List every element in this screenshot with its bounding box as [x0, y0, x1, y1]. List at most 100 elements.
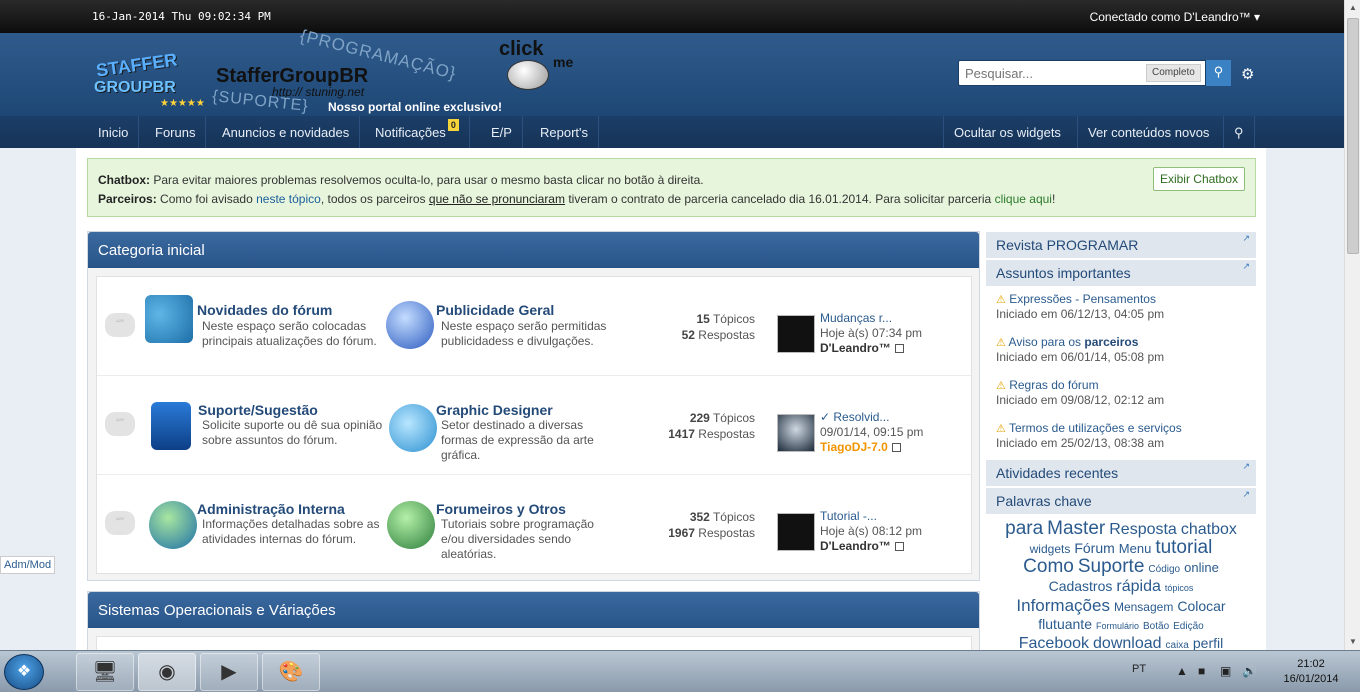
forum-list — [96, 636, 972, 651]
tag-link[interactable]: Como — [1023, 556, 1074, 577]
last-post-user[interactable]: D'Leandro™ — [820, 539, 891, 553]
nav-ep[interactable]: E/P — [481, 116, 523, 148]
tag-link[interactable]: tutorial — [1155, 537, 1212, 558]
forum-title[interactable]: Forumeiros y Otros — [436, 501, 566, 517]
forum-stats: 352 Tópicos 1967 Respostas — [668, 509, 755, 541]
tag-link[interactable]: Colocar — [1177, 598, 1225, 614]
tag-link[interactable]: widgets — [1030, 542, 1071, 556]
notice-link-topic[interactable]: neste tópico — [256, 192, 321, 206]
last-post-title[interactable]: Tutorial -... — [820, 509, 922, 524]
show-chatbox-button[interactable]: Exibir Chatbox — [1152, 167, 1245, 191]
widget-palavras[interactable]: Palavras chave ↗ — [986, 488, 1256, 514]
search-mode-button[interactable]: Completo — [1146, 64, 1201, 82]
important-topic-date: Iniciado em 06/12/13, 04:05 pm — [996, 307, 1165, 321]
forum-title[interactable]: Graphic Designer — [436, 402, 553, 418]
external-link-icon[interactable]: ↗ — [1242, 460, 1250, 472]
avatar[interactable] — [777, 414, 815, 452]
last-post-title[interactable]: ✓ Resolvid... — [820, 410, 923, 425]
search-input[interactable] — [959, 61, 1144, 85]
clickme-logo[interactable]: click me — [497, 38, 587, 94]
forum-title[interactable]: Novidades do fórum — [197, 302, 332, 318]
location-pin-icon[interactable]: ⚲ — [1223, 116, 1255, 148]
scroll-thumb[interactable] — [1347, 18, 1359, 254]
nav-hide-widgets[interactable]: Ocultar os widgets — [943, 116, 1071, 148]
warning-icon: ⚠ — [996, 294, 1006, 306]
clock[interactable]: 21:02 16/01/2014 — [1276, 657, 1346, 687]
tray-arrow-icon[interactable]: ▲ — [1176, 664, 1188, 678]
goto-last-post-icon[interactable] — [894, 542, 904, 551]
nav-new-content[interactable]: Ver conteúdos novos — [1077, 116, 1219, 148]
tag-link[interactable]: rápida — [1116, 578, 1160, 595]
avatar[interactable] — [777, 513, 815, 551]
taskbar-paint[interactable]: 🎨 — [262, 653, 320, 691]
tag-link[interactable]: Código — [1148, 564, 1180, 575]
widget-atividades[interactable]: Atividades recentes ↗ — [986, 460, 1256, 486]
important-topic-link[interactable]: Regras do fórum — [1009, 378, 1098, 392]
important-topic-link[interactable]: Expressões - Pensamentos — [1009, 292, 1156, 306]
tag-link[interactable]: chatbox — [1181, 521, 1237, 538]
gear-icon[interactable]: ⚙ — [1241, 65, 1254, 83]
start-button[interactable]: ❖ — [4, 654, 44, 690]
scroll-up-icon[interactable]: ▲ — [1345, 0, 1360, 16]
last-post-user[interactable]: TiagoDJ-7.0 — [820, 440, 888, 454]
clickme-text: click — [499, 38, 544, 60]
tag-link[interactable]: online — [1184, 560, 1219, 575]
nav-notificacoes[interactable]: Notificações 0 — [365, 116, 470, 148]
nav-inicio[interactable]: Inicio — [88, 116, 140, 148]
nav-anuncios[interactable]: Anuncios e novidades — [212, 116, 361, 148]
tag-link[interactable]: Botão — [1143, 621, 1169, 632]
tag-link[interactable]: Resposta — [1109, 521, 1177, 538]
taskbar-computer[interactable]: 🖥 — [76, 653, 134, 691]
tag-link[interactable]: perfil — [1193, 635, 1223, 651]
category-title[interactable]: Categoria inicial — [88, 232, 979, 268]
forum-stats: 15 Tópicos 52 Respostas — [682, 311, 755, 343]
tag-link[interactable]: Master — [1047, 518, 1105, 539]
notice-link-click-here[interactable]: clique aqui — [995, 192, 1052, 206]
search-button[interactable]: ⚲ — [1205, 60, 1231, 86]
network-icon[interactable]: ▣ — [1220, 664, 1231, 678]
tag-link[interactable]: Cadastros — [1049, 578, 1113, 594]
tag-link[interactable]: Mensagem — [1114, 600, 1173, 614]
tag-link[interactable]: Informações — [1016, 596, 1110, 615]
important-topic-link[interactable]: Aviso para os parceiros — [1009, 335, 1139, 349]
goto-last-post-icon[interactable] — [891, 443, 901, 452]
goto-last-post-icon[interactable] — [894, 344, 904, 353]
tag-link[interactable]: para — [1005, 518, 1043, 539]
tag-link[interactable]: Formulário — [1096, 621, 1139, 631]
avatar[interactable] — [777, 315, 815, 353]
external-link-icon[interactable]: ↗ — [1242, 232, 1250, 244]
forum-stats: 229 Tópicos 1417 Respostas — [668, 410, 755, 442]
forum-title[interactable]: Suporte/Sugestão — [198, 402, 318, 418]
tag-link[interactable]: Fórum — [1074, 540, 1114, 556]
external-link-icon[interactable]: ↗ — [1242, 488, 1250, 500]
tag-link[interactable]: tópicos — [1165, 583, 1194, 593]
tag-link[interactable]: Edição — [1173, 621, 1204, 632]
widget-revista[interactable]: Revista PROGRAMAR ↗ — [986, 232, 1256, 258]
language-indicator[interactable]: PT — [1132, 663, 1146, 675]
adm-mod-tab[interactable]: Adm/Mod — [0, 556, 56, 574]
tray-app-icon[interactable]: ■ — [1198, 664, 1205, 678]
user-menu[interactable]: Conectado como D'Leandro™ ▾ — [1090, 10, 1260, 24]
taskbar-firefox[interactable]: ◉ — [138, 653, 196, 691]
scroll-down-icon[interactable]: ▼ — [1345, 634, 1360, 650]
tag-link[interactable]: Suporte — [1078, 556, 1145, 577]
tag-link[interactable]: flutuante — [1038, 616, 1092, 632]
widget-importantes[interactable]: Assuntos importantes ↗ — [986, 260, 1256, 286]
important-topic-link[interactable]: Termos de utilizações e serviços — [1009, 421, 1182, 435]
nav-reports[interactable]: Report's — [530, 116, 600, 148]
topics-count: 15 — [696, 312, 710, 326]
external-link-icon[interactable]: ↗ — [1242, 260, 1250, 272]
tag-link[interactable]: Menu — [1119, 541, 1152, 556]
category-title[interactable]: Sistemas Operacionais e Váriações — [88, 592, 979, 628]
important-topics-list: ⚠ Expressões - Pensamentos Iniciado em 0… — [986, 288, 1256, 460]
last-post-title[interactable]: Mudanças r... — [820, 311, 922, 326]
volume-icon[interactable]: 🔊 — [1242, 664, 1257, 678]
notice-link-nonresponders[interactable]: que não se pronunciaram — [429, 192, 565, 206]
last-post-user[interactable]: D'Leandro™ — [820, 341, 891, 355]
taskbar-media[interactable]: ▶ — [200, 653, 258, 691]
page-scrollbar[interactable]: ▲ ▼ — [1344, 0, 1360, 650]
nav-foruns[interactable]: Foruns — [145, 116, 207, 148]
forum-title[interactable]: Publicidade Geral — [436, 302, 554, 318]
forum-title[interactable]: Administração Interna — [197, 501, 345, 517]
forum-description: Setor destinado a diversas formas de exp… — [441, 418, 594, 462]
